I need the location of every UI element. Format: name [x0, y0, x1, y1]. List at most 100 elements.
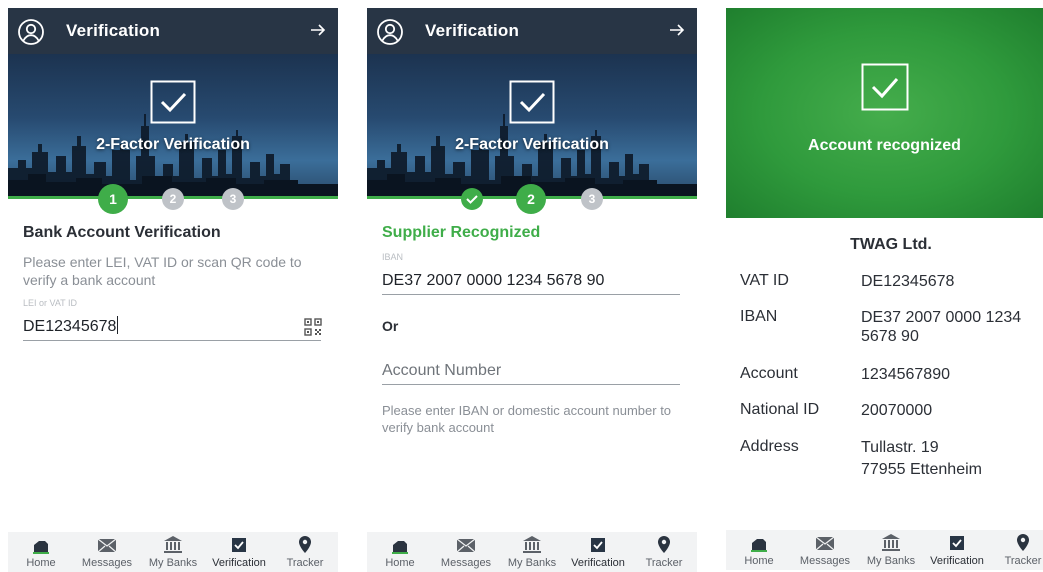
account-underline: [382, 384, 680, 385]
national-id-value: 20070000: [861, 402, 933, 419]
user-avatar-icon[interactable]: [18, 19, 44, 45]
verification-check-icon: [861, 63, 909, 111]
screen-account-recognized: Account recognized TWAG Ltd. VAT ID DE12…: [726, 8, 1043, 572]
arrow-right-icon[interactable]: [310, 22, 326, 38]
iban-underline: [382, 294, 680, 295]
address-line-2: 77955 Ettenheim: [861, 461, 982, 478]
bank-icon: [882, 534, 900, 551]
checkbox-icon: [232, 538, 246, 552]
user-avatar-icon[interactable]: [377, 19, 403, 45]
company-name: TWAG Ltd.: [850, 236, 932, 253]
address-line-1: Tullastr. 19: [861, 439, 939, 456]
iban-label: IBAN: [382, 252, 404, 262]
step-indicator: 1 2 3: [8, 184, 338, 214]
nav-label: Verification: [212, 557, 266, 569]
field-label: LEI or VAT ID: [23, 298, 78, 308]
home-icon: [33, 541, 49, 554]
header-title: Verification: [66, 21, 161, 40]
bottom-navigation: Home Messages My Banks Verification Trac…: [726, 530, 1043, 570]
nav-my-banks[interactable]: My Banks: [858, 530, 924, 570]
input-underline: [23, 340, 321, 341]
account-value: 1234567890: [861, 366, 950, 383]
text-cursor: [117, 316, 119, 334]
hero-title: 2-Factor Verification: [96, 136, 250, 153]
input-value: DE12345678: [23, 318, 117, 335]
map-pin-icon: [658, 536, 670, 553]
nav-label: Messages: [799, 555, 851, 567]
nav-label: Messages: [81, 557, 133, 569]
step-1-done: [461, 188, 483, 210]
step-2-active: 2: [516, 184, 546, 214]
app-header: Verification: [8, 8, 338, 54]
checkbox-icon: [591, 538, 605, 552]
home-icon: [392, 541, 408, 554]
envelope-icon: [97, 538, 117, 553]
success-banner: Account recognized: [726, 8, 1043, 218]
qr-code-icon[interactable]: [304, 318, 322, 336]
verification-check-icon: [150, 80, 196, 124]
app-header: Verification: [367, 8, 697, 54]
hero-banner: 2-Factor Verification: [367, 54, 697, 196]
iban-input[interactable]: DE37 2007 0000 1234 5678 90: [382, 272, 604, 290]
hero-title: 2-Factor Verification: [455, 136, 609, 153]
map-pin-icon: [299, 536, 311, 553]
nav-home[interactable]: Home: [8, 532, 74, 572]
nav-label: Messages: [440, 557, 492, 569]
nav-verification[interactable]: Verification: [565, 532, 631, 572]
step-1-active: 1: [98, 184, 128, 214]
instruction-text: Please enter LEI, VAT ID or scan QR code…: [23, 254, 302, 288]
national-id-label: National ID: [740, 401, 820, 418]
banner-title: Account recognized: [808, 137, 961, 154]
nav-label: My Banks: [148, 557, 198, 569]
nav-tracker[interactable]: Tracker: [631, 532, 697, 572]
nav-home[interactable]: Home: [726, 530, 792, 570]
checkbox-icon: [950, 536, 964, 550]
nav-label: Verification: [571, 557, 625, 569]
section-heading: Bank Account Verification: [23, 224, 221, 241]
address-label: Address: [740, 438, 799, 455]
arrow-right-icon[interactable]: [669, 22, 685, 38]
map-pin-icon: [1017, 534, 1029, 551]
section-heading: Supplier Recognized: [382, 224, 541, 241]
iban-label: IBAN: [740, 308, 778, 325]
nav-label: Home: [26, 557, 56, 569]
nav-label: Verification: [930, 555, 984, 567]
step-2: 2: [162, 188, 184, 210]
step-3: 3: [222, 188, 244, 210]
nav-messages[interactable]: Messages: [433, 532, 499, 572]
screen-supplier-recognized: Verification 2-Factor Verification 2 3 S…: [367, 8, 697, 572]
hero-banner: 2-Factor Verification: [8, 54, 338, 196]
nav-label: Tracker: [645, 557, 683, 569]
nav-my-banks[interactable]: My Banks: [140, 532, 206, 572]
envelope-icon: [456, 538, 476, 553]
nav-my-banks[interactable]: My Banks: [499, 532, 565, 572]
screen-bank-account-verification: Verification 2-Factor Verification 1 2 3…: [8, 8, 338, 572]
step-3: 3: [581, 188, 603, 210]
account-label: Account: [740, 365, 798, 382]
verification-check-icon: [509, 80, 555, 124]
bottom-navigation: Home Messages My Banks Verification Trac…: [8, 532, 338, 572]
nav-verification[interactable]: Verification: [206, 532, 272, 572]
help-text: Please enter IBAN or domestic account nu…: [382, 403, 672, 435]
bank-icon: [164, 536, 182, 553]
nav-home[interactable]: Home: [367, 532, 433, 572]
envelope-icon: [815, 536, 835, 551]
nav-tracker[interactable]: Tracker: [990, 530, 1043, 570]
nav-label: My Banks: [866, 555, 916, 567]
nav-label: Tracker: [1004, 555, 1042, 567]
vat-id-value: DE12345678: [861, 273, 955, 290]
nav-verification[interactable]: Verification: [924, 530, 990, 570]
account-number-input[interactable]: Account Number: [382, 362, 501, 380]
nav-tracker[interactable]: Tracker: [272, 532, 338, 572]
bottom-navigation: Home Messages My Banks Verification Trac…: [367, 532, 697, 572]
iban-value: DE37 2007 0000 1234 5678 90: [861, 309, 1022, 345]
or-separator: Or: [382, 318, 399, 334]
header-title: Verification: [425, 21, 520, 40]
nav-label: Home: [385, 557, 415, 569]
bank-icon: [523, 536, 541, 553]
nav-label: Tracker: [286, 557, 324, 569]
nav-messages[interactable]: Messages: [74, 532, 140, 572]
step-indicator: 2 3: [367, 184, 697, 214]
nav-messages[interactable]: Messages: [792, 530, 858, 570]
lei-vat-input[interactable]: DE12345678: [23, 316, 119, 336]
